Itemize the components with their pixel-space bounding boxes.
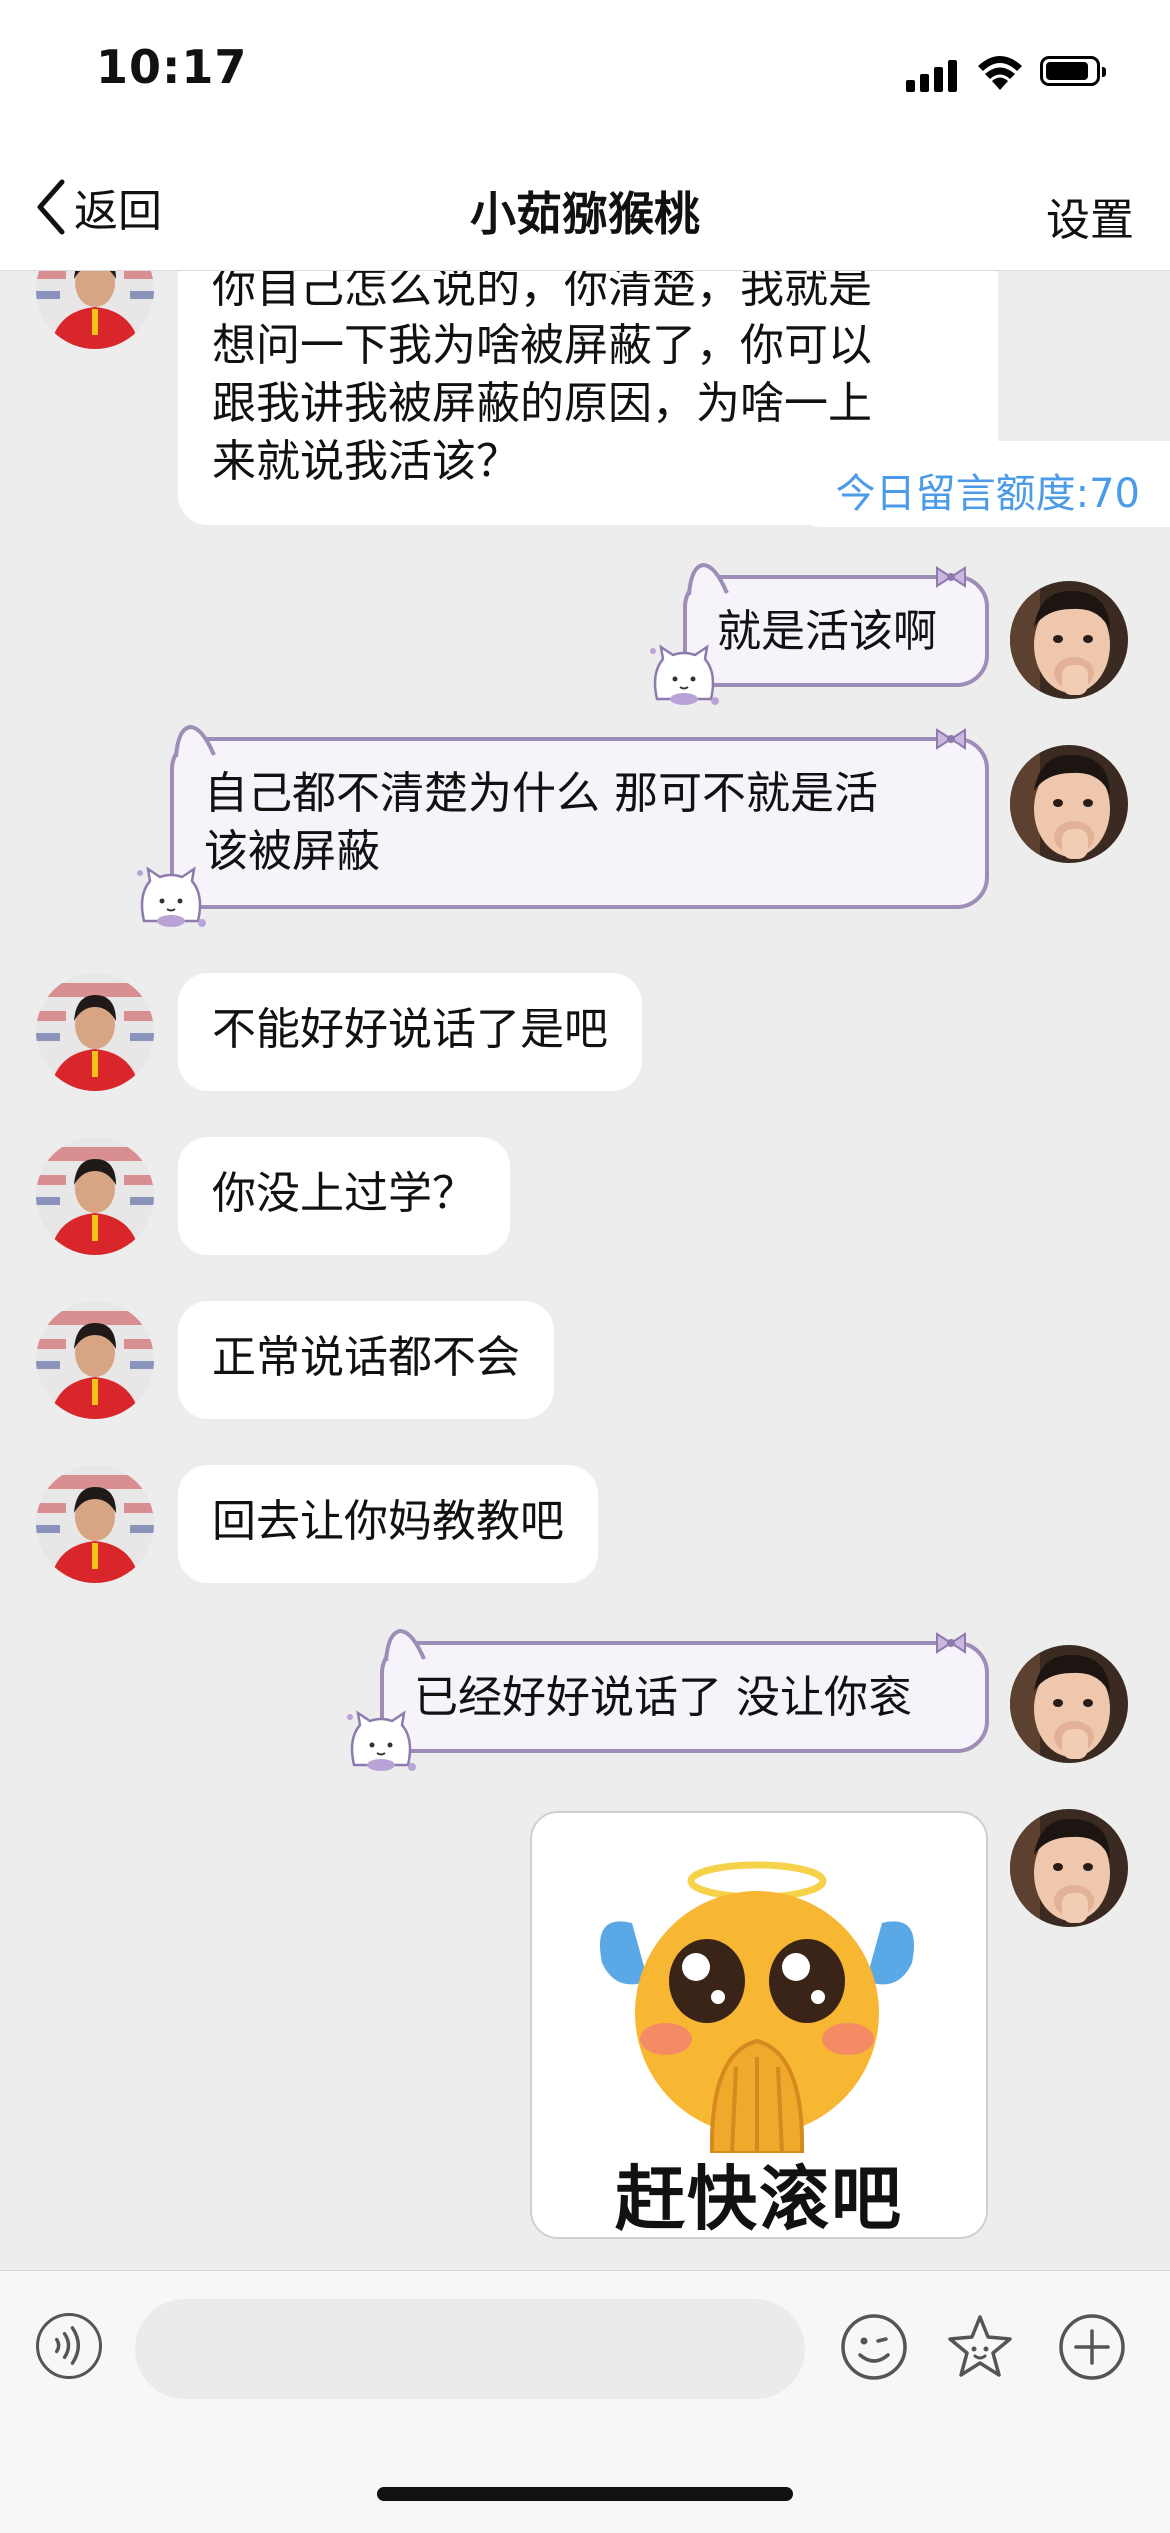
voice-button[interactable] <box>36 2313 102 2379</box>
message-line: 自己都不清楚为什么 那可不就是活 <box>204 768 878 819</box>
message-bubble-left[interactable]: 回去让你妈教教吧 <box>178 1465 598 1583</box>
battery-icon <box>1040 56 1106 86</box>
bow-icon <box>933 727 969 751</box>
emoji-icon[interactable] <box>838 2311 910 2383</box>
plus-icon[interactable] <box>1056 2311 1128 2383</box>
input-bar <box>0 2270 1170 2533</box>
contact-avatar[interactable] <box>36 973 154 1091</box>
message-bubble-left[interactable]: 正常说话都不会 <box>178 1301 554 1419</box>
message-bubble-right[interactable]: 就是活该啊 <box>683 575 989 687</box>
message-bubble-right[interactable]: 已经好好说话了 没让你衮 <box>380 1641 989 1753</box>
message-bubble-right[interactable]: 自己都不清楚为什么 那可不就是活 该被屏蔽 <box>170 737 989 909</box>
status-time: 10:17 <box>96 40 248 94</box>
settings-button[interactable]: 设置 <box>1046 184 1134 248</box>
home-indicator <box>377 2487 793 2501</box>
message-text: 你没上过学？ <box>212 1168 476 1219</box>
bow-icon <box>933 565 969 589</box>
sticker-caption: 赶快滚吧 <box>615 2158 903 2239</box>
quota-banner: 今日留言额度:70 <box>778 441 1170 527</box>
message-bubble-left[interactable]: 不能好好说话了是吧 <box>178 973 642 1091</box>
bubble-ear-decoration <box>384 1629 426 1661</box>
self-avatar[interactable] <box>1010 1809 1128 1927</box>
message-input[interactable] <box>135 2299 805 2399</box>
status-bar: 10:17 <box>0 0 1170 150</box>
sticker-message[interactable]: 赶快滚吧 <box>530 1811 988 2239</box>
message-line: 该被屏蔽 <box>204 826 380 877</box>
contact-avatar[interactable] <box>36 271 154 349</box>
self-avatar[interactable] <box>1010 1645 1128 1763</box>
message-text: 不能好好说话了是吧 <box>212 1004 608 1055</box>
cat-sticker-icon <box>344 1709 418 1773</box>
bubble-ear-decoration <box>174 725 216 757</box>
wifi-icon <box>978 56 1022 90</box>
chat-title: 小茹猕猴桃 <box>470 187 700 241</box>
sticker-star-icon[interactable] <box>944 2311 1016 2383</box>
cat-sticker-icon <box>647 643 721 707</box>
cellular-signal-icon <box>906 58 960 92</box>
message-text: 就是活该啊 <box>717 606 937 657</box>
message-text: 已经好好说话了 没让你衮 <box>414 1672 912 1723</box>
message-line: 你自己怎么说的，你清楚，我就是 <box>212 271 872 313</box>
message-bubble-left[interactable]: 你没上过学？ <box>178 1137 510 1255</box>
contact-avatar[interactable] <box>36 1137 154 1255</box>
message-line: 跟我讲我被屏蔽的原因，为啥一上 <box>212 378 872 429</box>
bubble-ear-decoration <box>687 563 729 595</box>
nav-bar: 返回 小茹猕猴桃 设置 <box>0 150 1170 271</box>
self-avatar[interactable] <box>1010 745 1128 863</box>
bow-icon <box>933 1631 969 1655</box>
message-text: 正常说话都不会 <box>212 1332 520 1383</box>
daily-quota-text: 今日留言额度:70 <box>835 471 1140 517</box>
message-text: 回去让你妈教教吧 <box>212 1496 564 1547</box>
contact-avatar[interactable] <box>36 1465 154 1583</box>
self-avatar[interactable] <box>1010 581 1128 699</box>
message-line: 想问一下我为啥被屏蔽了，你可以 <box>212 320 872 371</box>
crying-angel-emoji-icon <box>600 1861 914 2153</box>
voice-icon <box>54 2326 81 2365</box>
chat-area[interactable]: 你自己怎么说的，你清楚，我就是 想问一下我为啥被屏蔽了，你可以 跟我讲我被屏蔽的… <box>0 271 1170 2270</box>
cat-sticker-icon <box>134 865 208 929</box>
contact-avatar[interactable] <box>36 1301 154 1419</box>
